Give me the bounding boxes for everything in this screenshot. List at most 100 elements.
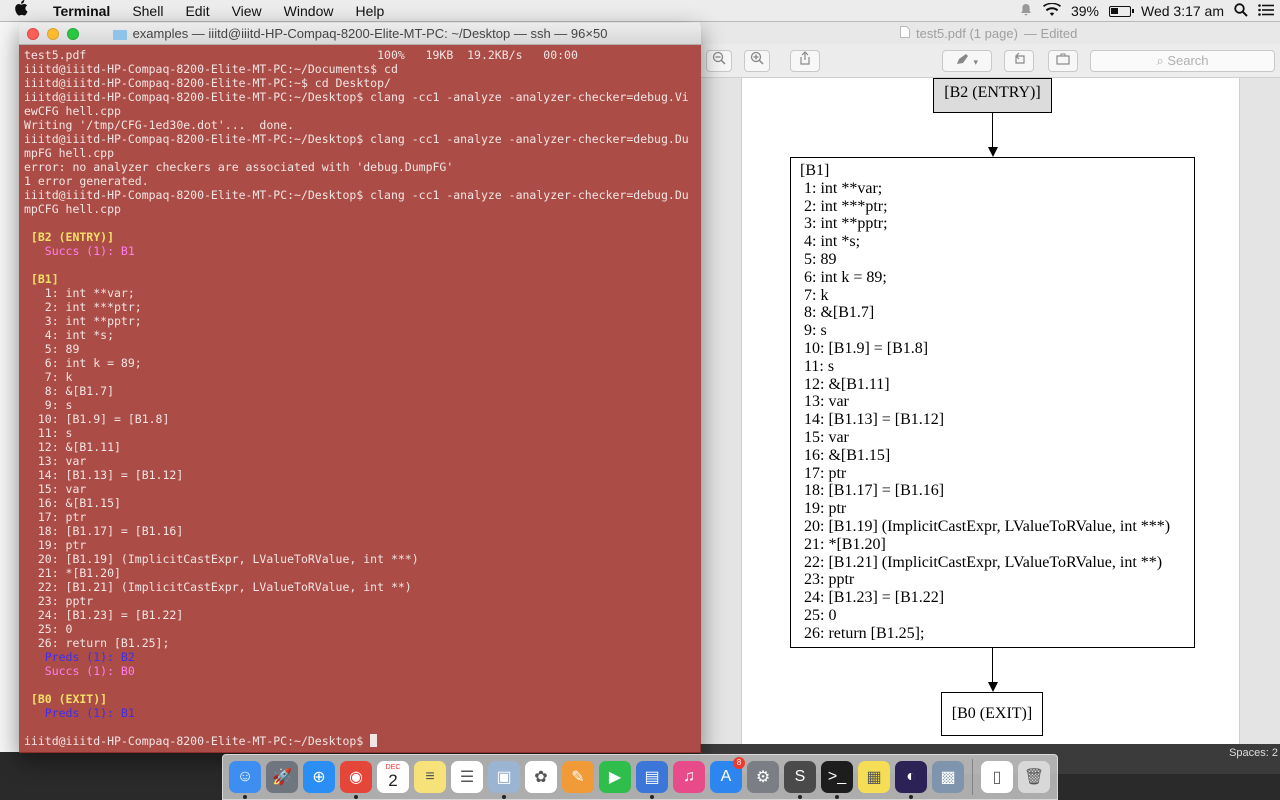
cfg-node-b1-line: 11: s	[800, 357, 835, 375]
finder-icon[interactable]: ☺	[229, 761, 261, 799]
rotate-button[interactable]	[1004, 50, 1034, 72]
wifi-icon[interactable]	[1042, 2, 1061, 20]
menu-app-name[interactable]: Terminal	[42, 3, 121, 19]
spotlight-search-icon[interactable]	[1234, 2, 1248, 20]
running-indicator	[650, 795, 654, 799]
appstore-icon[interactable]: A8	[710, 757, 745, 793]
terminal-line: 8: &[B1.7]	[24, 384, 115, 398]
preview-canvas[interactable]: [B2 (ENTRY)] [B1] 1: int **var; 2: int *…	[700, 78, 1280, 752]
markup-button[interactable]: ▾	[942, 50, 992, 72]
cfg-node-b1-line: 16: &[B1.15]	[800, 446, 891, 464]
notes-icon[interactable]: ≡	[414, 761, 446, 793]
stickies-icon-glyph: ▦	[866, 769, 882, 786]
terminal-cursor	[370, 734, 378, 747]
image-capture-icon[interactable]: ▩	[932, 761, 964, 793]
dock: ☺ 🚀 ⊕ ◉ DEC 2 ≡ ☰ ▣ ✿ ✎ ▶ ▤ ♫ A 8 ⚙ S >_ ▦ ◐ ▩ ▯ 🗑	[222, 754, 1058, 800]
stickies-icon[interactable]: ▦	[858, 761, 890, 793]
cfg-node-b1-line: 4: int *s;	[800, 233, 861, 251]
maximize-button[interactable]	[67, 28, 79, 40]
clock[interactable]: Wed 3:17 am	[1141, 3, 1224, 19]
system-preferences-icon-glyph: ⚙	[755, 769, 771, 786]
menu-view[interactable]: View	[221, 3, 273, 19]
terminal-line: 15: var	[24, 482, 87, 496]
apple-menu-icon[interactable]	[0, 0, 42, 21]
terminal-line: Writing '/tmp/CFG-1ed30e.dot'... done.	[24, 118, 295, 132]
search-icon: ⌕	[1156, 53, 1164, 68]
running-indicator	[243, 795, 247, 799]
menu-help[interactable]: Help	[344, 3, 395, 19]
terminal-output[interactable]: test5.pdf 100% 19KB 19.2KB/s 00:00 iiitd@…	[19, 45, 701, 753]
documents-folder-icon[interactable]: ▯	[981, 761, 1013, 793]
system-preferences-icon[interactable]: ⚙	[747, 761, 779, 793]
eclipse-icon[interactable]: ◐	[895, 761, 927, 799]
notification-center-icon[interactable]	[1258, 3, 1274, 19]
terminal-line: 1: int **var;	[24, 286, 135, 300]
terminal-line: 11: s	[24, 426, 73, 440]
trash-icon[interactable]: 🗑	[1018, 761, 1050, 793]
keynote-icon[interactable]: ▤	[636, 761, 668, 799]
terminal-line: 17: ptr	[24, 510, 87, 524]
sublime-text-icon[interactable]: S	[784, 761, 816, 799]
cfg-node-b1-line: 12: &[B1.11]	[800, 375, 890, 393]
cfg-node-b1-line: 22: [B1.21] (ImplicitCastExpr, LValueToR…	[800, 553, 1163, 571]
menu-shell[interactable]: Shell	[121, 3, 174, 19]
notification-bell-icon[interactable]	[1019, 3, 1033, 20]
menu-edit[interactable]: Edit	[174, 3, 220, 19]
safari-icon[interactable]: ⊕	[303, 761, 335, 793]
cfg-node-b1-line: 7: k	[800, 286, 829, 304]
running-indicator	[502, 795, 506, 799]
cfg-node-b1-line: 25: 0	[800, 606, 837, 624]
terminal-line: 25: 0	[24, 622, 73, 636]
preview-icon-glyph: ▣	[496, 769, 512, 786]
close-button[interactable]	[27, 28, 39, 40]
terminal-icon[interactable]: >_	[821, 761, 853, 799]
menu-window[interactable]: Window	[273, 3, 345, 19]
preview-icon[interactable]: ▣	[488, 761, 520, 799]
pdf-page[interactable]: [B2 (ENTRY)] [B1] 1: int **var; 2: int *…	[741, 78, 1240, 752]
cfg-arrowhead-exit	[988, 682, 998, 692]
terminal-line: error: no analyzer checkers are associat…	[24, 160, 454, 174]
calendar-icon[interactable]: DEC 2	[377, 761, 409, 793]
chrome-icon[interactable]: ◉	[340, 761, 372, 799]
itunes-icon[interactable]: ♫	[673, 761, 705, 793]
zoom-in-button[interactable]	[744, 50, 770, 72]
safari-icon-glyph: ⊕	[312, 769, 326, 786]
terminal-line: Preds (1): B2	[24, 650, 135, 664]
terminal-line: 13: var	[24, 454, 87, 468]
terminal-line: iiitd@iiitd-HP-Compaq-8200-Elite-MT-PC:~…	[24, 62, 398, 76]
terminal-line: 14: [B1.13] = [B1.12]	[24, 468, 184, 482]
terminal-line: 10: [B1.9] = [B1.8]	[24, 412, 170, 426]
terminal-prompt-line[interactable]: iiitd@iiitd-HP-Compaq-8200-Elite-MT-PC:~…	[24, 734, 701, 748]
minimize-button[interactable]	[47, 28, 59, 40]
preview-search-field[interactable]: ⌕ Search	[1090, 50, 1275, 72]
terminal-line: test5.pdf 100% 19KB 19.2KB/s 00:00	[24, 48, 578, 62]
battery-percent[interactable]: 39%	[1071, 3, 1099, 19]
terminal-line: 18: [B1.17] = [B1.16]	[24, 524, 184, 538]
cfg-node-b1-line: 2: int ***ptr;	[800, 197, 888, 215]
battery-icon[interactable]	[1108, 5, 1134, 17]
notes-icon-glyph: ≡	[425, 768, 435, 785]
share-icon	[800, 51, 810, 65]
terminal-line: 21: *[B1.20]	[24, 566, 121, 580]
share-button[interactable]	[790, 50, 820, 72]
launchpad-icon[interactable]: 🚀	[266, 761, 298, 793]
status-spaces[interactable]: Spaces: 2	[1229, 747, 1280, 759]
dock-separator	[972, 759, 973, 795]
photos-icon[interactable]: ✿	[525, 761, 557, 793]
cfg-node-b1-line: 3: int **pptr;	[800, 215, 888, 233]
zoom-out-button[interactable]	[706, 50, 732, 72]
window-controls	[27, 28, 79, 40]
cfg-node-b1-line: 19: ptr	[800, 500, 847, 518]
toolbox-button[interactable]	[1048, 50, 1078, 72]
calendar-day: 2	[388, 771, 398, 790]
facetime-icon[interactable]: ▶	[599, 761, 631, 793]
preview-title-bar: test5.pdf (1 page) — Edited	[700, 22, 1280, 44]
running-indicator	[798, 795, 802, 799]
cfg-node-b1-line: 24: [B1.23] = [B1.22]	[800, 589, 945, 607]
terminal-title-bar[interactable]: examples — iiitd@iiitd-HP-Compaq-8200-El…	[19, 23, 701, 45]
zoom-out-icon	[712, 51, 726, 65]
pages-icon[interactable]: ✎	[562, 761, 594, 793]
reminders-icon[interactable]: ☰	[451, 761, 483, 793]
pages-icon-glyph: ✎	[571, 769, 585, 786]
